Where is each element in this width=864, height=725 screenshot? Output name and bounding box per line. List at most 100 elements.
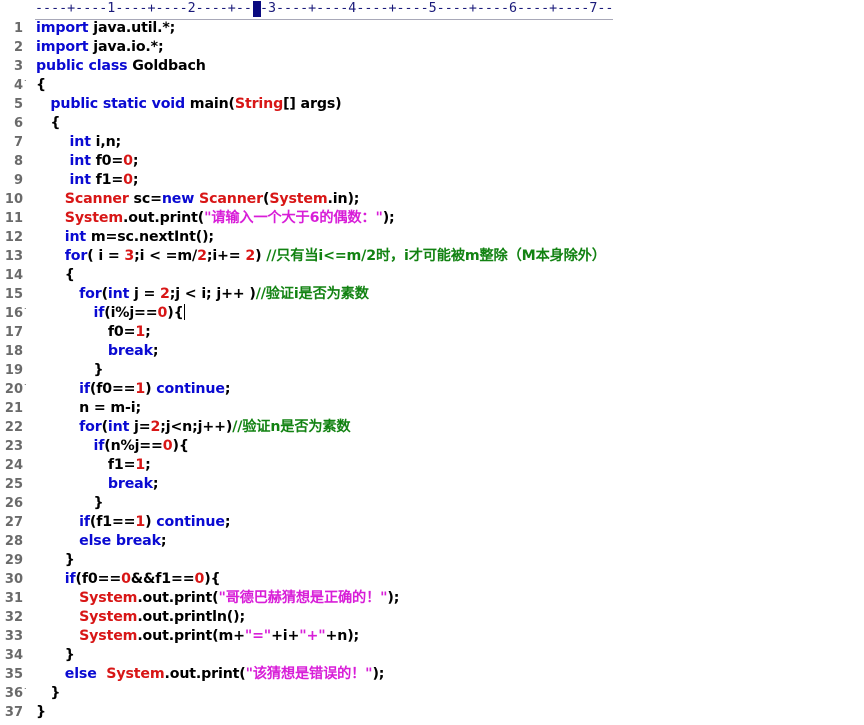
class-token: Scanner <box>199 191 263 207</box>
code-line[interactable]: for( i = 3;i < =m/2;i+= 2) //只有当i<=m/2时，… <box>36 247 606 266</box>
code-line[interactable]: break; <box>36 342 159 361</box>
code-token: (i%j== <box>104 305 158 321</box>
code-editor[interactable]: ----+----1----+----2----+----3----+----4… <box>0 0 864 725</box>
code-line[interactable]: } <box>36 646 75 665</box>
code-token: f0= <box>36 324 136 340</box>
keyword-token: if <box>79 381 90 397</box>
keyword-token: if <box>93 305 105 321</box>
code-line[interactable]: if(f0==0&&f1==0){ <box>36 570 221 589</box>
keyword-token: if <box>93 438 105 454</box>
code-line[interactable]: } <box>36 684 60 703</box>
line-number: 14 <box>4 268 23 283</box>
code-line[interactable]: import java.util.*; <box>36 19 175 38</box>
code-line[interactable]: import java.io.*; <box>36 38 164 57</box>
code-line[interactable]: { <box>36 76 46 95</box>
number-token: 2 <box>197 248 207 264</box>
line-number: 3 <box>13 59 23 74</box>
fold-marker-icon[interactable]: ˙ <box>23 684 29 703</box>
keyword-token: void <box>151 96 186 112</box>
keyword-token: import <box>36 20 89 36</box>
fold-marker-icon[interactable]: ˙ <box>23 304 29 323</box>
code-token: ; <box>160 533 167 549</box>
code-line[interactable]: int f0=0; <box>36 152 139 171</box>
number-token: 0 <box>194 571 205 587</box>
number-token: 2 <box>245 248 256 264</box>
code-line[interactable]: } <box>36 551 75 570</box>
code-line[interactable]: System.out.println(); <box>36 608 245 627</box>
code-token: } <box>36 685 61 701</box>
keyword-token: int <box>69 153 91 169</box>
number-token: 0 <box>121 571 131 587</box>
code-token: ) <box>145 514 157 530</box>
class-token: System <box>269 191 328 207</box>
code-line[interactable]: } <box>36 703 46 722</box>
code-line[interactable]: } <box>36 494 103 513</box>
code-line[interactable]: } <box>36 361 103 380</box>
code-line[interactable]: for(int j = 2;j < i; j++ )//验证i是否为素数 <box>36 285 369 304</box>
code-area[interactable]: import java.util.*; import java.io.*; publ… <box>36 19 864 725</box>
code-token: .out.print( <box>122 210 205 226</box>
code-line[interactable]: f1=1; <box>36 456 151 475</box>
keyword-token: else <box>79 533 112 549</box>
class-token: Scanner <box>64 191 129 207</box>
code-token: ); <box>387 590 400 606</box>
fold-marker-icon[interactable]: ˙ <box>23 76 29 95</box>
code-line[interactable]: int f1=0; <box>36 171 139 190</box>
code-token: .out.print(m+ <box>137 628 245 644</box>
code-line[interactable]: System.out.print("哥德巴赫猜想是正确的！"); <box>36 589 399 608</box>
line-number: 13 <box>4 249 23 264</box>
keyword-token: class <box>88 58 128 74</box>
code-line[interactable]: else System.out.print("该猜想是错误的！"); <box>36 665 385 684</box>
code-line[interactable]: if(i%j==0){ <box>36 304 185 323</box>
code-line[interactable]: System.out.print(m+"="+i+"+"+n); <box>36 627 359 646</box>
code-line[interactable]: { <box>36 266 75 285</box>
code-token: .out.print( <box>137 590 219 606</box>
line-number: 2 <box>13 40 23 55</box>
code-line[interactable]: int m=sc.nextInt(); <box>36 228 214 247</box>
code-line[interactable]: public class Goldbach <box>36 57 206 76</box>
code-line[interactable]: if(f0==1) continue; <box>36 380 230 399</box>
fold-marker-icon[interactable]: ˙ <box>23 380 29 399</box>
line-number: 5 <box>13 97 23 112</box>
line-number: 6 <box>13 116 23 131</box>
code-line[interactable]: { <box>36 114 60 133</box>
line-number: 19 <box>4 363 23 378</box>
code-token: { <box>36 77 46 93</box>
code-line[interactable]: Scanner sc=new Scanner(System.in); <box>36 190 360 209</box>
code-token: main( <box>185 96 235 112</box>
code-line[interactable]: if(n%j==0){ <box>36 437 188 456</box>
code-line[interactable]: n = m-i; <box>36 399 141 418</box>
code-token: ; <box>132 153 139 169</box>
line-number: 11 <box>4 211 23 226</box>
number-token: 3 <box>124 248 135 264</box>
code-line[interactable]: break; <box>36 475 159 494</box>
class-token: System <box>79 609 138 625</box>
line-number: 35 <box>4 667 23 682</box>
code-line[interactable]: public static void main(String[] args) <box>36 95 341 114</box>
code-line[interactable]: else break; <box>36 532 166 551</box>
line-number: 24 <box>4 458 23 473</box>
code-token: (n%j== <box>104 438 163 454</box>
code-token: +i+ <box>271 628 300 644</box>
code-token: { <box>36 267 75 283</box>
keyword-token: break <box>107 343 153 359</box>
number-token: 0 <box>123 172 133 188</box>
code-line[interactable]: f0=1; <box>36 323 151 342</box>
code-token: java.util.*; <box>88 20 176 36</box>
code-token: java.io.*; <box>88 39 164 55</box>
keyword-token: int <box>64 229 87 245</box>
code-line[interactable]: if(f1==1) continue; <box>36 513 230 532</box>
keyword-token: int <box>107 419 130 435</box>
string-token: "哥德巴赫猜想是正确的！" <box>218 590 388 606</box>
code-line[interactable]: System.out.print("请输入一个大于6的偶数："); <box>36 209 395 228</box>
code-line[interactable]: for(int j=2;j<n;j++)//验证n是否为素数 <box>36 418 351 437</box>
code-line[interactable]: int i,n; <box>36 133 122 152</box>
keyword-token: int <box>107 286 130 302</box>
code-token: ( i = <box>87 248 125 264</box>
